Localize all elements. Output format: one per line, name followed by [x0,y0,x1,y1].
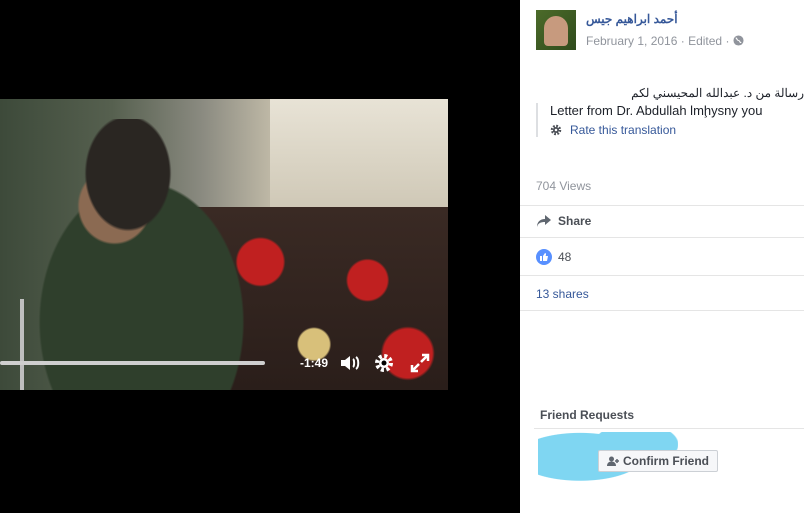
translation-text: Letter from Dr. Abdullah lmḩysny you [550,103,763,118]
video-progress-bar[interactable] [0,361,265,365]
fullscreen-icon[interactable] [408,351,432,375]
photo-viewer: -1:49 [0,0,520,513]
edited-label[interactable]: Edited [688,34,722,48]
divider [520,205,804,206]
gear-icon [550,124,562,136]
view-count: 704 Views [536,179,592,193]
like-count-value: 48 [558,250,572,264]
divider [520,310,804,311]
rate-translation-link[interactable]: Rate this translation [550,123,804,137]
video-time-remaining: -1:49 [300,356,329,370]
thumbs-up-icon [536,249,552,265]
meta-separator: · [725,34,733,48]
rate-translation-label: Rate this translation [570,123,677,137]
avatar[interactable] [536,10,576,50]
video-controls: -1:49 [0,99,448,390]
post-meta: February 1, 2016 · Edited · [586,34,744,48]
share-count-link[interactable]: 13 shares [536,287,589,301]
divider [534,428,804,429]
share-label: Share [558,214,592,228]
globe-icon[interactable] [733,35,744,46]
divider [520,237,804,238]
meta-separator: · [680,34,689,48]
divider [520,275,804,276]
translation-block: Letter from Dr. Abdullah lmḩysny you Rat… [536,103,804,137]
post-text-arabic: رسالة من د. عبدالله المحيسني لكم [631,86,804,100]
add-friend-icon [607,456,619,466]
post-date[interactable]: February 1, 2016 [586,34,677,48]
confirm-friend-label: Confirm Friend [623,454,709,468]
share-button[interactable]: Share [536,214,591,228]
friend-requests-title: Friend Requests [540,408,635,422]
volume-icon[interactable] [338,351,362,375]
share-arrow-icon [537,215,551,227]
author-name[interactable]: أحمد ابراهيم جيس [586,12,678,26]
like-count[interactable]: 48 [536,249,571,265]
gear-icon[interactable] [372,351,396,375]
confirm-friend-button[interactable]: Confirm Friend [598,450,718,472]
post-sidebar: أحمد ابراهيم جيس February 1, 2016 · Edit… [520,0,804,513]
